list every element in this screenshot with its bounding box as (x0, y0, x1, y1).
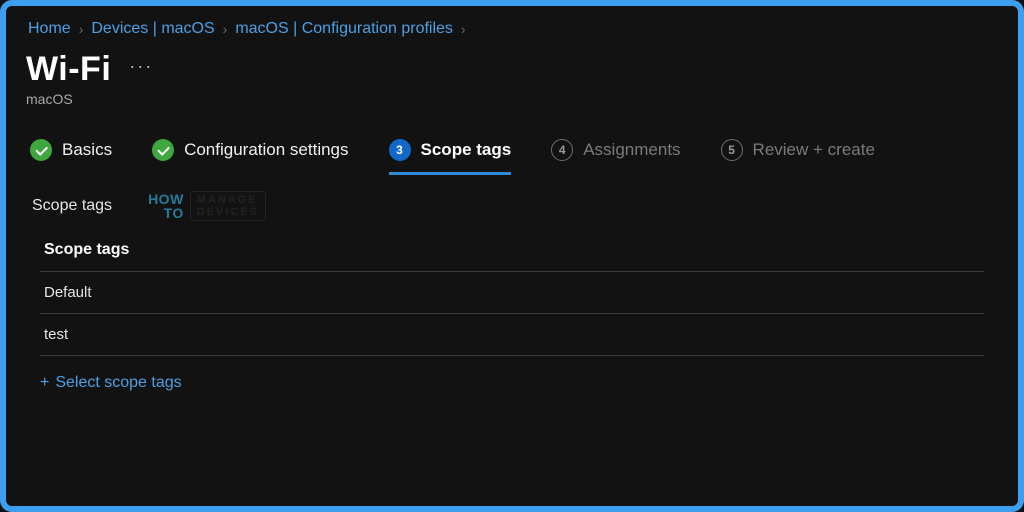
plus-icon: + (40, 374, 49, 392)
step-configuration-settings[interactable]: Configuration settings (152, 139, 348, 173)
step-assignments[interactable]: 4 Assignments (551, 139, 680, 173)
step-label: Review + create (753, 140, 875, 160)
page-subtitle: macOS (26, 91, 998, 107)
breadcrumb-item[interactable]: Devices | macOS (91, 20, 214, 38)
check-icon (152, 139, 174, 161)
table-header: Scope tags (40, 241, 984, 272)
chevron-right-icon: › (223, 21, 228, 37)
breadcrumb: Home › Devices | macOS › macOS | Configu… (26, 16, 998, 50)
scope-tags-table: Scope tags Default test (40, 241, 984, 356)
table-row[interactable]: Default (40, 272, 984, 314)
table-row[interactable]: test (40, 314, 984, 356)
select-scope-tags-label: Select scope tags (55, 374, 181, 392)
check-icon (30, 139, 52, 161)
breadcrumb-item[interactable]: macOS | Configuration profiles (235, 20, 453, 38)
watermark-text: MANAGE (197, 194, 259, 206)
watermark-text: DEVICES (197, 206, 259, 218)
step-number-icon: 5 (721, 139, 743, 161)
wizard-steps: Basics Configuration settings 3 Scope ta… (26, 133, 998, 173)
step-label: Assignments (583, 140, 680, 160)
watermark-text: TO (148, 206, 184, 220)
watermark-logo: HOW TO MANAGE DEVICES (148, 191, 266, 221)
section-heading: Scope tags (32, 197, 112, 215)
breadcrumb-item[interactable]: Home (28, 20, 71, 38)
page-title: Wi-Fi (26, 50, 111, 89)
step-number-icon: 3 (389, 139, 411, 161)
more-actions-button[interactable]: ··· (129, 56, 153, 83)
select-scope-tags-button[interactable]: + Select scope tags (40, 374, 998, 392)
step-scope-tags[interactable]: 3 Scope tags (389, 139, 512, 173)
step-basics[interactable]: Basics (30, 139, 112, 173)
chevron-right-icon: › (79, 21, 84, 37)
step-number-icon: 4 (551, 139, 573, 161)
chevron-right-icon: › (461, 21, 466, 37)
step-label: Configuration settings (184, 140, 348, 160)
step-review-create[interactable]: 5 Review + create (721, 139, 875, 173)
watermark-text: HOW (148, 192, 184, 206)
step-label: Basics (62, 140, 112, 160)
step-label: Scope tags (421, 140, 512, 160)
